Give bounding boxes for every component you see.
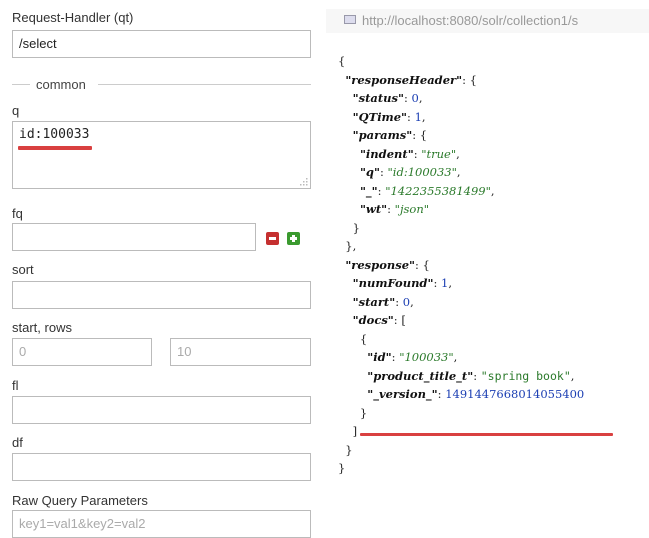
rows-input[interactable]: 10 xyxy=(170,338,311,366)
q-label: q xyxy=(12,103,20,118)
remove-fq-icon[interactable] xyxy=(266,232,279,245)
url-icon xyxy=(344,15,356,24)
q-value: id:100033 xyxy=(19,127,90,142)
common-legend-text: common xyxy=(32,77,90,92)
raw-query-label: Raw Query Parameters xyxy=(12,493,148,508)
add-fq-icon[interactable] xyxy=(287,232,300,245)
df-label: df xyxy=(12,435,23,450)
wt-value: "json" xyxy=(394,202,430,216)
q-param-value: "id:100033" xyxy=(387,165,457,179)
resize-grip-icon[interactable] xyxy=(298,176,308,186)
start-input[interactable]: 0 xyxy=(12,338,152,366)
product-title-highlight-underline xyxy=(360,433,613,436)
common-section-legend: common xyxy=(12,77,311,92)
request-handler-input[interactable]: /select xyxy=(12,30,311,58)
request-handler-label: Request-Handler (qt) xyxy=(12,10,134,25)
fq-label: fq xyxy=(12,206,23,221)
qtime-value: 1 xyxy=(414,109,422,124)
product-title-value: "spring book" xyxy=(480,368,571,383)
sort-input[interactable] xyxy=(12,281,311,309)
fl-input[interactable] xyxy=(12,396,311,424)
response-panel: http://localhost:8080/solr/collection1/s… xyxy=(326,0,649,534)
json-response: { "responseHeader": { "status": 0, "QTim… xyxy=(338,54,585,475)
numfound-value: 1 xyxy=(441,276,449,290)
start-rows-label: start, rows xyxy=(12,320,72,335)
start-value: 0 xyxy=(402,294,411,309)
version-value: 1491447668014055400 xyxy=(445,387,585,401)
indent-value: "true" xyxy=(421,146,457,161)
request-url[interactable]: http://localhost:8080/solr/collection1/s xyxy=(362,13,578,28)
doc-id-value: "100033" xyxy=(399,350,454,364)
status-value: 0 xyxy=(411,91,419,105)
sort-label: sort xyxy=(12,262,34,277)
q-textarea[interactable]: id:100033 xyxy=(12,121,311,189)
df-input[interactable] xyxy=(12,453,311,481)
fq-input[interactable] xyxy=(12,223,256,251)
fl-label: fl xyxy=(12,378,19,393)
q-highlight-underline xyxy=(18,146,92,150)
underscore-value: "1422355381499" xyxy=(385,183,491,198)
query-form: Request-Handler (qt) /select common q id… xyxy=(0,0,325,538)
